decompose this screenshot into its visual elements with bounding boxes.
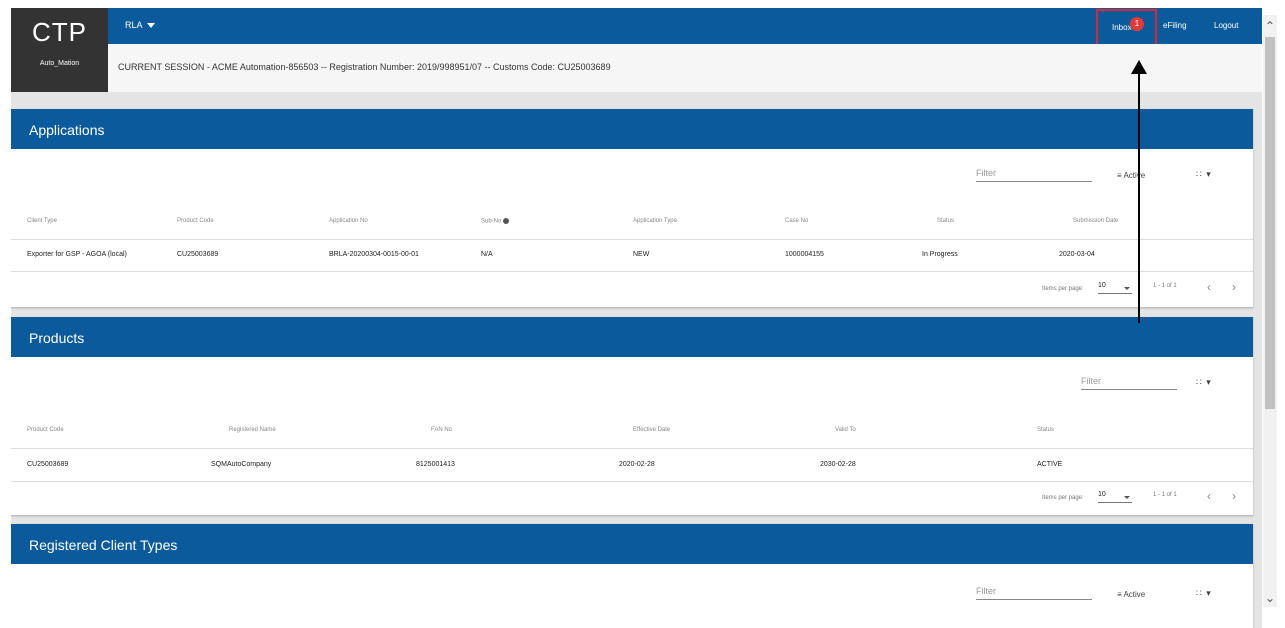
cell-application-type: NEW [633, 251, 650, 258]
scroll-up-icon[interactable]: ⌃ [1263, 19, 1277, 33]
row-divider [11, 271, 1253, 272]
products-filter-input[interactable]: Filter [1081, 374, 1177, 390]
registered-client-types-card: Registered Client Types Filter ≡ Active … [11, 524, 1253, 628]
applications-filter-placeholder: Filter [976, 168, 996, 178]
cell-sub-no: N/A [481, 251, 493, 258]
cell-product-code: CU25003689 [27, 461, 69, 468]
col-status[interactable]: Status [937, 218, 954, 224]
client-types-active-label: Active [1123, 590, 1146, 599]
items-per-page-value: 10 [1098, 491, 1106, 498]
products-grid-button[interactable]: ∷ ▾ [1196, 377, 1212, 388]
app-frame: RLA Inbox 1 eFiling Logout CTP Auto_Mati… [11, 8, 1262, 628]
applications-filter-input[interactable]: Filter [976, 166, 1092, 182]
products-filter-placeholder: Filter [1081, 376, 1101, 386]
col-sub-no-label: Sub-No [481, 218, 502, 225]
caret-down-icon [1124, 496, 1130, 499]
cell-application-no: BRLA-20200304-0015-00-01 [329, 251, 419, 258]
col-registered-name[interactable]: Registered Name [229, 427, 276, 433]
col-fan-no[interactable]: FAN No [431, 427, 452, 433]
row-divider [11, 448, 1253, 449]
col-valid-to[interactable]: Valid To [835, 427, 856, 433]
inbox-label: Inbox [1112, 23, 1132, 32]
next-page-icon[interactable]: › [1232, 489, 1236, 503]
next-page-icon[interactable]: › [1232, 280, 1236, 294]
logout-link[interactable]: Logout [1214, 21, 1238, 30]
session-bar: CURRENT SESSION - ACME Automation-856503… [108, 44, 1262, 92]
col-client-type[interactable]: Client Type [27, 218, 57, 224]
rla-menu[interactable]: RLA [125, 20, 155, 30]
filter-icon: ≡ [1117, 590, 1122, 599]
col-effective-date[interactable]: Effective Date [633, 427, 670, 433]
applications-card: Applications Filter ≡ Active ∷ ▾ Client … [11, 109, 1253, 307]
col-status[interactable]: Status [1037, 427, 1054, 433]
scrollbar-thumb[interactable] [1265, 37, 1275, 409]
cell-case-no: 1000004155 [785, 251, 824, 258]
session-info: CURRENT SESSION - ACME Automation-856503… [118, 62, 611, 72]
inbox-badge: 1 [1130, 17, 1144, 31]
client-types-grid-button[interactable]: ∷ ▾ [1196, 588, 1212, 599]
row-divider [11, 481, 1253, 482]
efiling-link[interactable]: eFiling [1163, 21, 1187, 30]
page-range: 1 - 1 of 1 [1153, 492, 1177, 498]
registered-client-types-title: Registered Client Types [11, 524, 1253, 564]
col-submission-date[interactable]: Submission Date [1073, 218, 1118, 224]
info-icon[interactable] [503, 218, 510, 224]
caret-down-icon [146, 23, 155, 29]
client-types-active-toggle[interactable]: ≡ Active [1117, 590, 1145, 599]
items-per-page-select[interactable]: 10 [1098, 282, 1132, 294]
items-per-page-label: Items per page: [1042, 495, 1084, 501]
applications-active-toggle[interactable]: ≡ Active [1117, 171, 1145, 180]
cell-status: ACTIVE [1037, 461, 1063, 468]
prev-page-icon[interactable]: ‹ [1207, 489, 1211, 503]
col-application-no[interactable]: Application No [329, 218, 368, 224]
applications-grid-button[interactable]: ∷ ▾ [1196, 169, 1212, 180]
annotation-arrow-line [1138, 71, 1140, 323]
col-product-code[interactable]: Product Code [177, 218, 214, 224]
grid-icon: ∷ ▾ [1196, 588, 1212, 598]
app-logo[interactable]: CTP [11, 17, 108, 48]
cell-status: In Progress [922, 251, 958, 258]
client-types-filter-placeholder: Filter [976, 586, 996, 596]
caret-down-icon [1124, 287, 1130, 290]
cell-product-code: CU25003689 [177, 251, 219, 258]
products-card: Products Filter ∷ ▾ Product Code Registe… [11, 317, 1253, 515]
col-case-no[interactable]: Case No [785, 218, 808, 224]
client-types-filter-input[interactable]: Filter [976, 584, 1092, 600]
cell-submission-date: 2020-03-04 [1059, 251, 1095, 258]
applications-title: Applications [11, 109, 1253, 149]
col-product-code[interactable]: Product Code [27, 427, 64, 433]
inbox-link[interactable]: Inbox 1 [1096, 9, 1157, 46]
filter-icon: ≡ [1117, 171, 1122, 180]
cell-valid-to: 2030-02-28 [820, 461, 856, 468]
col-sub-no[interactable]: Sub-No [481, 218, 510, 225]
page-range: 1 - 1 of 1 [1153, 283, 1177, 289]
applications-active-label: Active [1123, 171, 1146, 180]
cell-fan-no: 8125001413 [416, 461, 455, 468]
cell-client-type: Exporter for GSP - AGOA (local) [27, 251, 127, 258]
rla-menu-label: RLA [125, 20, 143, 30]
cell-registered-name: SQMAutoCompany [211, 461, 272, 468]
top-bar: RLA Inbox 1 eFiling Logout [11, 8, 1262, 46]
items-per-page-select[interactable]: 10 [1098, 491, 1132, 503]
scroll-down-icon[interactable]: ⌄ [1263, 591, 1277, 605]
products-title: Products [11, 317, 1253, 357]
prev-page-icon[interactable]: ‹ [1207, 280, 1211, 294]
logged-in-user: Auto_Mation [39, 60, 80, 67]
cell-effective-date: 2020-02-28 [619, 461, 655, 468]
row-divider [11, 239, 1253, 240]
items-per-page-label: Items per page: [1042, 286, 1084, 292]
logo-block: CTP Auto_Mation [11, 8, 108, 92]
grid-icon: ∷ ▾ [1196, 169, 1212, 179]
items-per-page-value: 10 [1098, 282, 1106, 289]
grid-icon: ∷ ▾ [1196, 377, 1212, 387]
col-application-type[interactable]: Application Type [633, 218, 677, 224]
